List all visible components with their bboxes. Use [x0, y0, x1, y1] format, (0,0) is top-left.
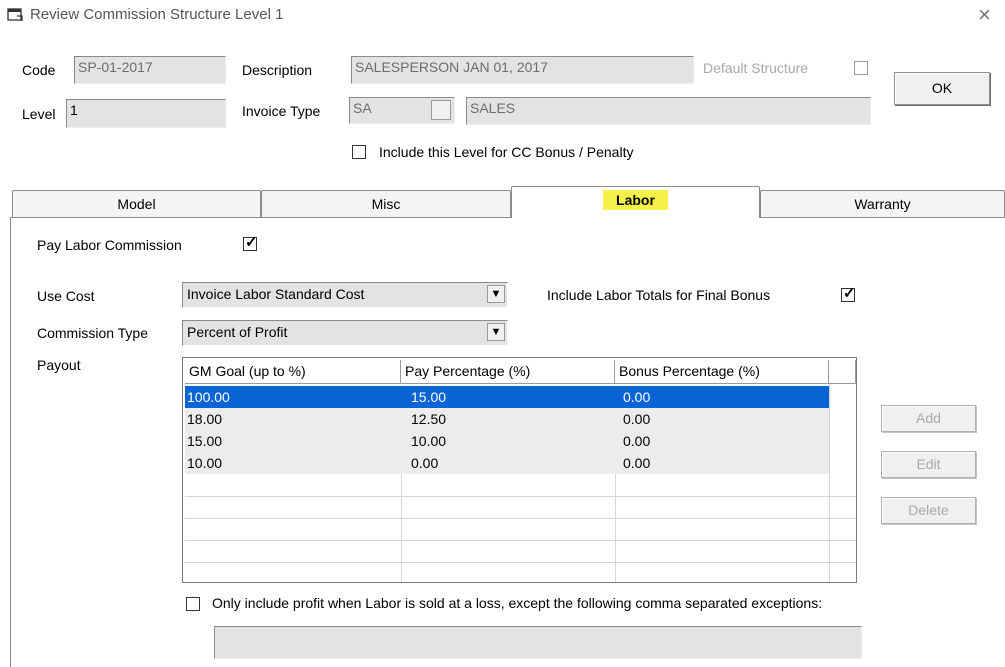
tab-model[interactable]: Model: [12, 190, 261, 217]
table-cell: 15.00: [411, 389, 447, 405]
cc-bonus-checkbox[interactable]: [352, 145, 366, 159]
grid-line: [615, 474, 616, 582]
description-field[interactable]: SALESPERSON JAN 01, 2017: [351, 56, 694, 84]
description-label: Description: [242, 62, 313, 78]
grid-line: [829, 384, 830, 582]
add-button[interactable]: Add: [881, 405, 976, 432]
table-cell: 18.00: [187, 411, 223, 427]
title-bar: Review Commission Structure Level 1 ×: [0, 0, 1005, 30]
grid-line: [185, 540, 856, 541]
chevron-down-icon[interactable]: ▼: [487, 285, 505, 303]
loss-only-checkbox[interactable]: [186, 597, 200, 611]
grid-line: [185, 518, 856, 519]
column-header[interactable]: Pay Percentage (%): [401, 360, 615, 384]
code-field[interactable]: SP-01-2017: [74, 56, 226, 84]
column-header-filler: [829, 360, 856, 384]
commission-type-label: Commission Type: [37, 325, 149, 341]
default-structure-label: Default Structure: [703, 60, 809, 76]
table-cell: 0.00: [411, 455, 439, 471]
chevron-down-icon[interactable]: ▼: [487, 323, 505, 341]
edit-button[interactable]: Edit: [881, 451, 976, 478]
invoice-type-name-field[interactable]: SALES: [466, 97, 871, 125]
invoice-type-label: Invoice Type: [242, 103, 321, 119]
ok-button[interactable]: OK: [894, 72, 990, 105]
table-cell: 12.50: [411, 411, 447, 427]
invoice-type-lookup-button[interactable]: [431, 100, 451, 120]
include-totals-checkbox[interactable]: [841, 284, 856, 302]
tab-labor[interactable]: Labor: [511, 186, 760, 218]
pay-labor-checkbox[interactable]: [243, 233, 258, 251]
payout-label: Payout: [37, 357, 81, 373]
tab-misc[interactable]: Misc: [261, 190, 511, 217]
commission-type-value: Percent of Profit: [187, 324, 288, 340]
table-cell: 0.00: [623, 411, 651, 427]
loss-only-label: Only include profit when Labor is sold a…: [212, 595, 823, 611]
table-row[interactable]: 100.00 15.00 0.00: [185, 386, 829, 408]
grid-line: [185, 562, 856, 563]
tab-warranty[interactable]: Warranty: [760, 190, 1005, 217]
level-field[interactable]: 1: [66, 99, 226, 128]
table-cell: 10.00: [187, 455, 223, 471]
pay-labor-label: Pay Labor Commission: [37, 237, 182, 253]
table-cell: 0.00: [623, 455, 651, 471]
column-header[interactable]: Bonus Percentage (%): [615, 360, 829, 384]
grid-line: [185, 496, 856, 497]
close-icon[interactable]: ×: [978, 2, 991, 28]
window-icon: [7, 8, 23, 21]
grid-line: [401, 474, 402, 582]
table-cell: 100.00: [187, 389, 230, 405]
window-title: Review Commission Structure Level 1: [30, 6, 284, 23]
use-cost-select[interactable]: Invoice Labor Standard Cost ▼: [182, 282, 508, 308]
table-cell: 0.00: [623, 389, 651, 405]
commission-type-select[interactable]: Percent of Profit ▼: [182, 320, 508, 346]
exceptions-field[interactable]: [214, 626, 862, 659]
tab-labor-label: Labor: [603, 190, 668, 210]
level-label: Level: [22, 106, 56, 122]
delete-button[interactable]: Delete: [881, 497, 976, 524]
payout-grid[interactable]: GM Goal (up to %) Pay Percentage (%) Bon…: [182, 357, 857, 583]
use-cost-label: Use Cost: [37, 288, 95, 304]
include-totals-label: Include Labor Totals for Final Bonus: [547, 287, 771, 303]
column-header[interactable]: GM Goal (up to %): [185, 360, 401, 384]
table-cell: 15.00: [187, 433, 223, 449]
table-row[interactable]: 15.00 10.00 0.00: [185, 430, 829, 452]
table-row[interactable]: 10.00 0.00 0.00: [185, 452, 829, 474]
code-label: Code: [22, 62, 56, 78]
use-cost-value: Invoice Labor Standard Cost: [187, 286, 365, 302]
table-cell: 0.00: [623, 433, 651, 449]
table-row[interactable]: 18.00 12.50 0.00: [185, 408, 829, 430]
table-cell: 10.00: [411, 433, 447, 449]
default-structure-checkbox[interactable]: [854, 61, 868, 75]
cc-bonus-label: Include this Level for CC Bonus / Penalt…: [379, 144, 634, 160]
